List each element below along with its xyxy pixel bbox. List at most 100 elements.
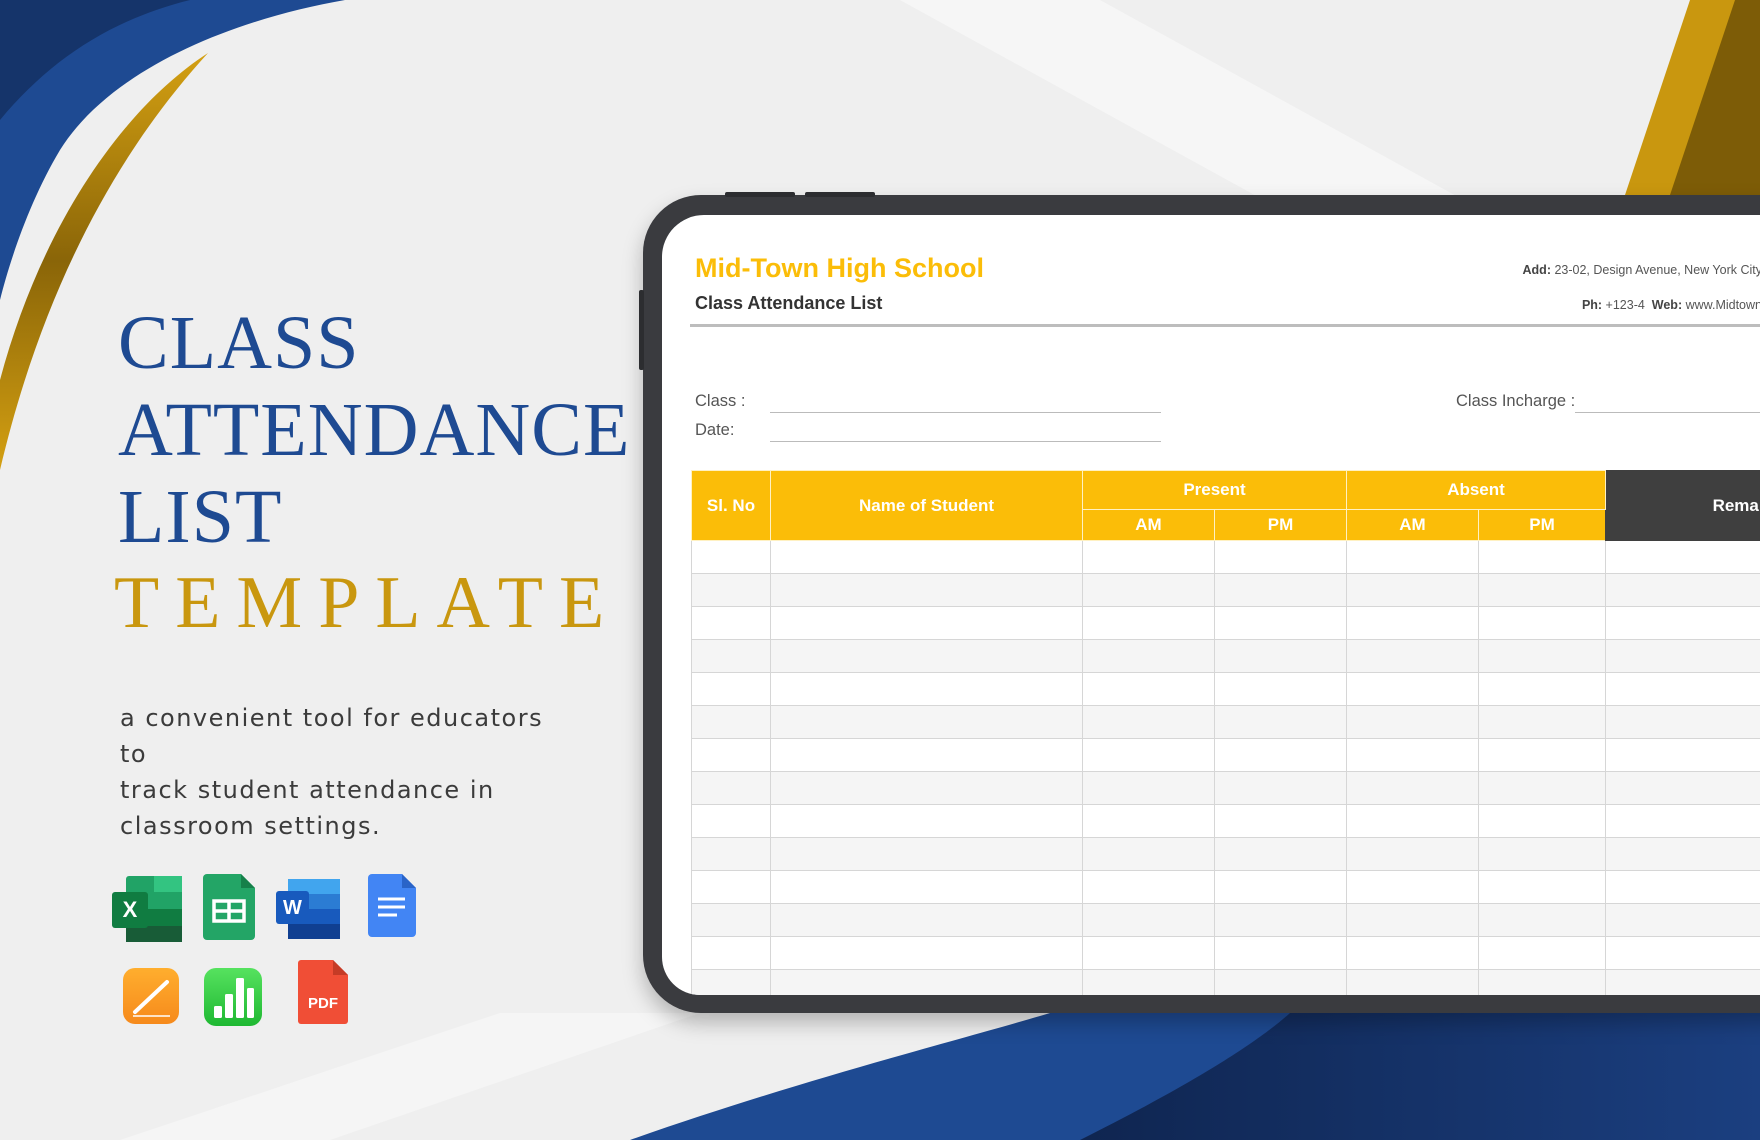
remarks-cell[interactable] xyxy=(1605,837,1760,871)
present-pm-cell[interactable] xyxy=(1214,804,1347,838)
absent-pm-cell[interactable] xyxy=(1478,936,1606,970)
present-pm-cell[interactable] xyxy=(1214,540,1347,574)
absent-pm-cell[interactable] xyxy=(1478,705,1606,739)
student-name-cell[interactable] xyxy=(770,540,1083,574)
present-pm-cell[interactable] xyxy=(1214,639,1347,673)
absent-am-cell[interactable] xyxy=(1346,837,1479,871)
remarks-cell[interactable] xyxy=(1605,870,1760,904)
present-pm-cell[interactable] xyxy=(1214,903,1347,937)
sl-no-cell[interactable] xyxy=(691,606,771,640)
present-pm-cell[interactable] xyxy=(1214,969,1347,995)
remarks-cell[interactable] xyxy=(1605,969,1760,995)
absent-am-cell[interactable] xyxy=(1346,672,1479,706)
present-am-cell[interactable] xyxy=(1082,573,1215,607)
student-name-cell[interactable] xyxy=(770,705,1083,739)
absent-pm-cell[interactable] xyxy=(1478,903,1606,937)
absent-am-cell[interactable] xyxy=(1346,738,1479,772)
absent-pm-cell[interactable] xyxy=(1478,672,1606,706)
student-name-cell[interactable] xyxy=(770,870,1083,904)
sl-no-cell[interactable] xyxy=(691,837,771,871)
remarks-cell[interactable] xyxy=(1605,936,1760,970)
absent-am-cell[interactable] xyxy=(1346,903,1479,937)
absent-am-cell[interactable] xyxy=(1346,606,1479,640)
absent-pm-cell[interactable] xyxy=(1478,870,1606,904)
pdf-icon[interactable]: PDF xyxy=(298,960,348,1024)
pages-icon[interactable] xyxy=(123,968,179,1024)
absent-am-cell[interactable] xyxy=(1346,705,1479,739)
sl-no-cell[interactable] xyxy=(691,771,771,805)
present-pm-cell[interactable] xyxy=(1214,705,1347,739)
class-incharge-input[interactable] xyxy=(1575,412,1760,413)
present-am-cell[interactable] xyxy=(1082,804,1215,838)
student-name-cell[interactable] xyxy=(770,771,1083,805)
remarks-cell[interactable] xyxy=(1605,771,1760,805)
student-name-cell[interactable] xyxy=(770,969,1083,995)
sl-no-cell[interactable] xyxy=(691,738,771,772)
student-name-cell[interactable] xyxy=(770,738,1083,772)
remarks-cell[interactable] xyxy=(1605,903,1760,937)
absent-pm-cell[interactable] xyxy=(1478,606,1606,640)
absent-am-cell[interactable] xyxy=(1346,969,1479,995)
student-name-cell[interactable] xyxy=(770,639,1083,673)
google-sheets-icon[interactable] xyxy=(203,874,255,940)
present-am-cell[interactable] xyxy=(1082,969,1215,995)
sl-no-cell[interactable] xyxy=(691,540,771,574)
sl-no-cell[interactable] xyxy=(691,573,771,607)
sl-no-cell[interactable] xyxy=(691,705,771,739)
present-am-cell[interactable] xyxy=(1082,936,1215,970)
sl-no-cell[interactable] xyxy=(691,903,771,937)
sl-no-cell[interactable] xyxy=(691,969,771,995)
present-pm-cell[interactable] xyxy=(1214,771,1347,805)
google-docs-icon[interactable] xyxy=(368,874,416,937)
absent-pm-cell[interactable] xyxy=(1478,573,1606,607)
absent-pm-cell[interactable] xyxy=(1478,837,1606,871)
present-am-cell[interactable] xyxy=(1082,705,1215,739)
present-am-cell[interactable] xyxy=(1082,606,1215,640)
present-pm-cell[interactable] xyxy=(1214,573,1347,607)
student-name-cell[interactable] xyxy=(770,903,1083,937)
absent-pm-cell[interactable] xyxy=(1478,639,1606,673)
absent-pm-cell[interactable] xyxy=(1478,540,1606,574)
present-pm-cell[interactable] xyxy=(1214,870,1347,904)
present-am-cell[interactable] xyxy=(1082,870,1215,904)
student-name-cell[interactable] xyxy=(770,672,1083,706)
present-pm-cell[interactable] xyxy=(1214,672,1347,706)
absent-am-cell[interactable] xyxy=(1346,639,1479,673)
present-am-cell[interactable] xyxy=(1082,771,1215,805)
absent-am-cell[interactable] xyxy=(1346,804,1479,838)
student-name-cell[interactable] xyxy=(770,606,1083,640)
present-am-cell[interactable] xyxy=(1082,672,1215,706)
present-pm-cell[interactable] xyxy=(1214,936,1347,970)
word-icon[interactable]: W xyxy=(276,879,340,939)
remarks-cell[interactable] xyxy=(1605,573,1760,607)
remarks-cell[interactable] xyxy=(1605,639,1760,673)
absent-pm-cell[interactable] xyxy=(1478,771,1606,805)
remarks-cell[interactable] xyxy=(1605,540,1760,574)
present-am-cell[interactable] xyxy=(1082,837,1215,871)
present-pm-cell[interactable] xyxy=(1214,606,1347,640)
absent-am-cell[interactable] xyxy=(1346,870,1479,904)
date-input[interactable] xyxy=(770,441,1161,442)
present-am-cell[interactable] xyxy=(1082,639,1215,673)
student-name-cell[interactable] xyxy=(770,573,1083,607)
absent-am-cell[interactable] xyxy=(1346,573,1479,607)
sl-no-cell[interactable] xyxy=(691,804,771,838)
present-pm-cell[interactable] xyxy=(1214,837,1347,871)
remarks-cell[interactable] xyxy=(1605,738,1760,772)
student-name-cell[interactable] xyxy=(770,804,1083,838)
present-am-cell[interactable] xyxy=(1082,540,1215,574)
remarks-cell[interactable] xyxy=(1605,672,1760,706)
remarks-cell[interactable] xyxy=(1605,705,1760,739)
excel-icon[interactable]: X xyxy=(112,876,182,942)
student-name-cell[interactable] xyxy=(770,837,1083,871)
remarks-cell[interactable] xyxy=(1605,606,1760,640)
absent-am-cell[interactable] xyxy=(1346,771,1479,805)
sl-no-cell[interactable] xyxy=(691,672,771,706)
sl-no-cell[interactable] xyxy=(691,936,771,970)
sl-no-cell[interactable] xyxy=(691,870,771,904)
numbers-icon[interactable] xyxy=(204,968,262,1026)
absent-am-cell[interactable] xyxy=(1346,540,1479,574)
absent-am-cell[interactable] xyxy=(1346,936,1479,970)
class-input[interactable] xyxy=(770,412,1161,413)
absent-pm-cell[interactable] xyxy=(1478,738,1606,772)
